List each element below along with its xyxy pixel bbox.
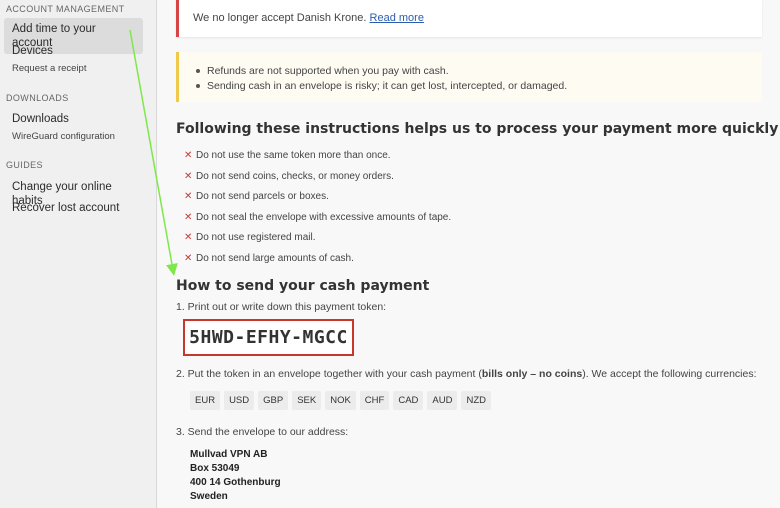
cross-icon: ✕ [184,191,193,203]
sidebar-item-request-receipt[interactable]: Request a receipt [4,63,94,74]
sidebar: ACCOUNT MANAGEMENT Add time to your acco… [0,0,157,508]
sidebar-item-downloads[interactable]: Downloads [4,108,143,130]
mailing-address: Mullvad VPN AB Box 53049 400 14 Gothenbu… [190,448,281,504]
currency-badge: CAD [393,391,424,410]
step-2-text: 2. Put the token in an envelope together… [176,368,757,380]
rule-item: ✕ Do not seal the envelope with excessive… [184,208,451,229]
section-heading-account-management: ACCOUNT MANAGEMENT [6,4,125,14]
step-2-bold: bills only – no coins [481,368,583,380]
currency-badge: NZD [461,391,491,410]
cross-icon: ✕ [184,170,193,182]
rule-text: Do not send parcels or boxes. [196,191,329,203]
instructions-heading: Following these instructions helps us to… [176,121,779,137]
address-line: Box 53049 [190,463,240,474]
step-2-pre: 2. Put the token in an envelope together… [176,368,482,380]
rule-text: Do not send large amounts of cash. [196,252,354,264]
address-line: Sweden [190,491,228,502]
rule-item: ✕ Do not use the same token more than onc… [184,146,451,167]
danger-alert-text: We no longer accept Danish Krone. [193,12,367,24]
rule-item: ✕ Do not use registered mail. [184,228,451,249]
cross-icon: ✕ [184,252,193,264]
payment-token[interactable]: 5HWD-EFHY-MGCC [183,319,354,356]
rules-list: ✕ Do not use the same token more than onc… [184,146,451,270]
cross-icon: ✕ [184,232,193,244]
main-content: We no longer accept Danish Krone. Read m… [158,0,780,508]
step-1-text: 1. Print out or write down this payment … [176,301,387,313]
rule-item: ✕ Do not send parcels or boxes. [184,187,451,208]
currency-badge: NOK [325,391,356,410]
currency-list: EUR USD GBP SEK NOK CHF CAD AUD NZD [190,391,491,410]
rule-text: Do not send coins, checks, or money orde… [196,170,394,182]
sidebar-item-devices[interactable]: Devices [4,40,143,62]
warning-alert: Refunds are not supported when you pay w… [176,52,762,102]
rule-text: Do not use registered mail. [196,232,316,244]
address-line: Mullvad VPN AB [190,449,268,460]
currency-badge: SEK [292,391,322,410]
step-2-post: ). We accept the following currencies: [582,368,757,380]
currency-badge: CHF [359,391,390,410]
danger-alert: We no longer accept Danish Krone. Read m… [176,0,762,37]
cross-icon: ✕ [184,150,193,161]
send-payment-heading: How to send your cash payment [176,278,430,294]
currency-badge: AUD [427,391,458,410]
rule-item: ✕ Do not send coins, checks, or money ord… [184,167,451,188]
sidebar-item-recover-account[interactable]: Recover lost account [4,197,143,219]
currency-badge: USD [224,391,255,410]
rule-text: Do not seal the envelope with excessive … [196,211,452,223]
currency-badge: GBP [258,391,289,410]
section-heading-downloads: DOWNLOADS [6,93,69,103]
address-line: 400 14 Gothenburg [190,477,281,488]
section-heading-guides: GUIDES [6,160,43,170]
step-3-text: 3. Send the envelope to our address: [176,426,349,438]
currency-badge: EUR [190,391,221,410]
rule-text: Do not use the same token more than once… [196,150,391,161]
rule-item: ✕ Do not send large amounts of cash. [184,249,451,270]
warning-item: Refunds are not supported when you pay w… [193,64,748,79]
warning-item: Sending cash in an envelope is risky; it… [193,79,748,94]
sidebar-item-wireguard-config[interactable]: WireGuard configuration [4,131,123,142]
read-more-link[interactable]: Read more [370,12,424,24]
cross-icon: ✕ [184,211,193,223]
